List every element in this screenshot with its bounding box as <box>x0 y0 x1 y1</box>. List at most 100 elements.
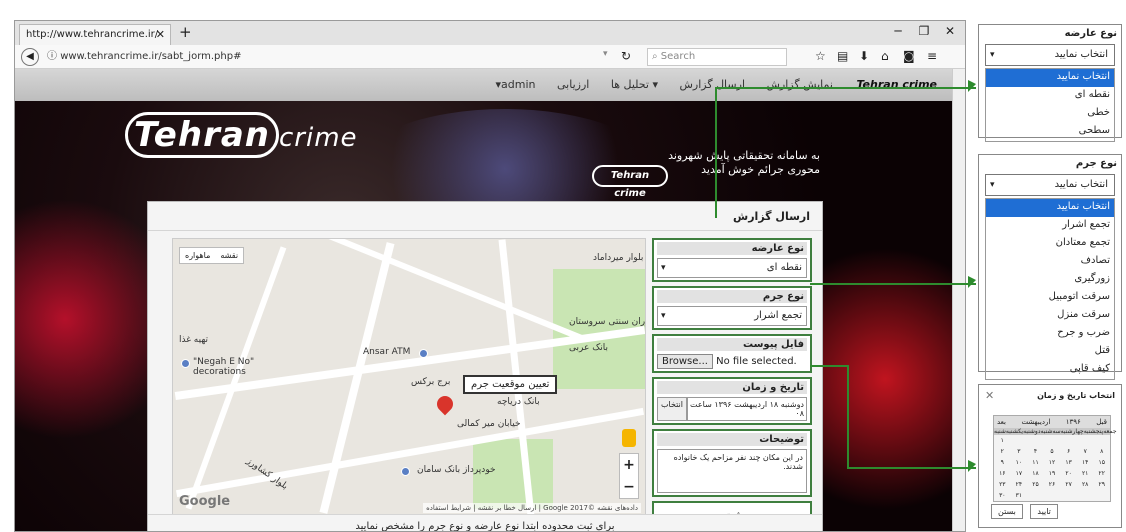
page-scrollbar[interactable] <box>952 69 965 531</box>
google-logo: Google <box>179 494 231 509</box>
calendar-day[interactable]: ۱ <box>994 435 1011 446</box>
crime-type-dropdown[interactable]: انتخاب نمایید ▾ <box>985 174 1115 196</box>
calendar-day[interactable]: ۴ <box>1027 446 1044 457</box>
home-icon[interactable]: ⌂ <box>881 49 889 63</box>
option[interactable]: سرقت منزل <box>986 307 1114 325</box>
reader-icon[interactable]: ▤ <box>837 49 848 63</box>
calendar-close-button[interactable]: بستن <box>991 504 1023 519</box>
option[interactable]: تجمع اشرار <box>986 217 1114 235</box>
calendar-day[interactable]: ۹ <box>994 457 1011 468</box>
map-type-map[interactable]: نقشه <box>215 248 243 263</box>
maximize-icon[interactable]: ❐ <box>913 24 935 38</box>
minimize-icon[interactable]: ─ <box>887 24 909 38</box>
close-tab-icon[interactable]: ✕ <box>156 28 165 41</box>
calendar-day[interactable]: ۱۲ <box>1044 457 1061 468</box>
calendar-week: ۲۳ ۲۴ ۲۵ ۲۶ ۲۷ ۲۸ ۲۹ <box>994 479 1110 490</box>
zoom-control: + − <box>619 453 639 499</box>
option[interactable]: سطحی <box>986 123 1114 141</box>
zoom-out-button[interactable]: − <box>620 476 638 498</box>
option[interactable]: ضرب و جرح <box>986 325 1114 343</box>
nav-item-analysis[interactable]: ▾ تحلیل ها <box>611 69 658 101</box>
calendar-day[interactable]: ۲۹ <box>1093 479 1110 490</box>
browse-button[interactable]: Browse... <box>657 354 713 369</box>
calendar-day[interactable]: ۱۳ <box>1060 457 1077 468</box>
atm-icon[interactable] <box>419 349 428 358</box>
map-pin-icon[interactable] <box>433 392 457 416</box>
atm-icon[interactable] <box>401 467 410 476</box>
calendar-next[interactable]: بعد <box>997 418 1006 426</box>
back-icon[interactable]: ◀ <box>21 48 39 66</box>
feature-type-dropdown[interactable]: انتخاب نمایید ▾ <box>985 44 1115 66</box>
calendar-day[interactable]: ۶ <box>1060 446 1077 457</box>
menu-icon[interactable]: ≡ <box>927 49 937 63</box>
close-window-icon[interactable]: ✕ <box>939 24 961 38</box>
new-tab-icon[interactable]: + <box>179 23 192 41</box>
chevron-down-icon: ▾ <box>990 180 995 190</box>
calendar-day[interactable]: ۲۸ <box>1077 479 1094 490</box>
poi-icon[interactable] <box>181 359 190 368</box>
option[interactable]: نقطه ای <box>986 87 1114 105</box>
calendar-day[interactable]: ۳۱ <box>1011 490 1028 501</box>
feature-type-select[interactable]: نقطه ای ▾ <box>657 258 807 278</box>
calendar-day[interactable]: ۱۵ <box>1093 457 1110 468</box>
option[interactable]: انتخاب نمایید <box>986 69 1114 87</box>
street-view-pegman-icon[interactable] <box>622 429 636 447</box>
nav-item-evaluation[interactable]: ارزیابی <box>557 69 589 101</box>
option[interactable]: قتل <box>986 343 1114 361</box>
map-type-satellite[interactable]: ماهواره <box>180 248 215 263</box>
option[interactable]: کیف قاپی <box>986 361 1114 379</box>
crime-type-select[interactable]: تجمع اشرار ▾ <box>657 306 807 326</box>
calendar-day[interactable]: ۱۷ <box>1011 468 1028 479</box>
reload-icon[interactable]: ↻ <box>621 49 631 63</box>
calendar-day[interactable]: ۲۲ <box>1093 468 1110 479</box>
option[interactable]: سرقت اتومبیل <box>986 289 1114 307</box>
option[interactable]: زورگیری <box>986 271 1114 289</box>
calendar-day[interactable]: ۱۴ <box>1077 457 1094 468</box>
calendar-day[interactable]: ۱۰ <box>1011 457 1028 468</box>
calendar-day[interactable]: ۲۵ <box>1027 479 1044 490</box>
dropdown-icon[interactable]: ▾ <box>603 49 608 59</box>
bookmark-star-icon[interactable]: ☆ <box>815 49 826 63</box>
description-textarea[interactable]: در این مکان چند نفر مزاحم یک خانواده شدن… <box>657 449 807 493</box>
calendar-day[interactable]: ۲۴ <box>1011 479 1028 490</box>
calendar-day[interactable]: ۳ <box>1011 446 1028 457</box>
calendar-day[interactable]: ۷ <box>1077 446 1094 457</box>
calendar-confirm-button[interactable]: تایید <box>1030 504 1058 519</box>
calendar-day[interactable]: ۲ <box>994 446 1011 457</box>
calendar-day[interactable]: ۵ <box>1044 446 1061 457</box>
pocket-icon[interactable]: ◙ <box>903 49 915 63</box>
calendar-day[interactable]: ۲۱ <box>1077 468 1094 479</box>
calendar-day[interactable]: ۲۰ <box>1060 468 1077 479</box>
search-input[interactable]: ⌕ Search <box>647 48 787 66</box>
url-bar[interactable]: ⓘ www.tehrancrime.ir/sabt_jorm.php# <box>43 48 623 66</box>
tab-bar: http://www.tehrancrime.ir/ ✕ + ─ ❐ ✕ <box>15 21 965 45</box>
calendar-prev[interactable]: قبل <box>1096 418 1107 426</box>
calendar-day[interactable]: ۲۶ <box>1044 479 1061 490</box>
download-icon[interactable]: ⬇ <box>859 49 869 63</box>
option[interactable]: انتخاب نمایید <box>986 199 1114 217</box>
nav-item-admin[interactable]: admin▾ <box>496 69 536 101</box>
calendar-day[interactable]: ۲۳ <box>994 479 1011 490</box>
map-attribution[interactable]: ارسال خطا بر نقشه | شرایط استفاده | Goog… <box>423 503 641 513</box>
option[interactable]: خطی <box>986 105 1114 123</box>
calendar-day[interactable]: ۳۰ <box>994 490 1011 501</box>
calendar-day[interactable]: ۲۷ <box>1060 479 1077 490</box>
datetime-pick-button[interactable]: انتخاب <box>657 397 687 421</box>
calendar-day[interactable]: ۱۶ <box>994 468 1011 479</box>
calendar-day[interactable]: ۱۱ <box>1027 457 1044 468</box>
nav-item-send-report[interactable]: ارسال گزارش <box>679 69 745 101</box>
close-icon[interactable]: ✕ <box>985 389 994 402</box>
info-icon[interactable]: ⓘ <box>47 51 57 62</box>
nav-logo[interactable]: Tehran crime <box>856 69 937 101</box>
nav-item-show-reports[interactable]: نمایش گزارش <box>767 69 833 101</box>
zoom-in-button[interactable]: + <box>620 454 638 476</box>
calendar-week: ۲۳۴۵۶۷۸ <box>994 446 1110 457</box>
calendar-day[interactable]: ۱۹ <box>1044 468 1061 479</box>
calendar-day[interactable]: ۱۸ <box>1027 468 1044 479</box>
datetime-input[interactable]: دوشنبه ۱۸ اردیبهشت ۱۳۹۶ ساعت ۰۸ <box>687 397 807 421</box>
calendar-day[interactable]: ۸ <box>1093 446 1110 457</box>
map[interactable]: بلوار میرداماد رستوران سنتی سروستان بانک… <box>172 238 646 516</box>
option[interactable]: تصادف <box>986 253 1114 271</box>
browser-tab[interactable]: http://www.tehrancrime.ir/ ✕ <box>19 24 171 45</box>
option[interactable]: تجمع معتادان <box>986 235 1114 253</box>
